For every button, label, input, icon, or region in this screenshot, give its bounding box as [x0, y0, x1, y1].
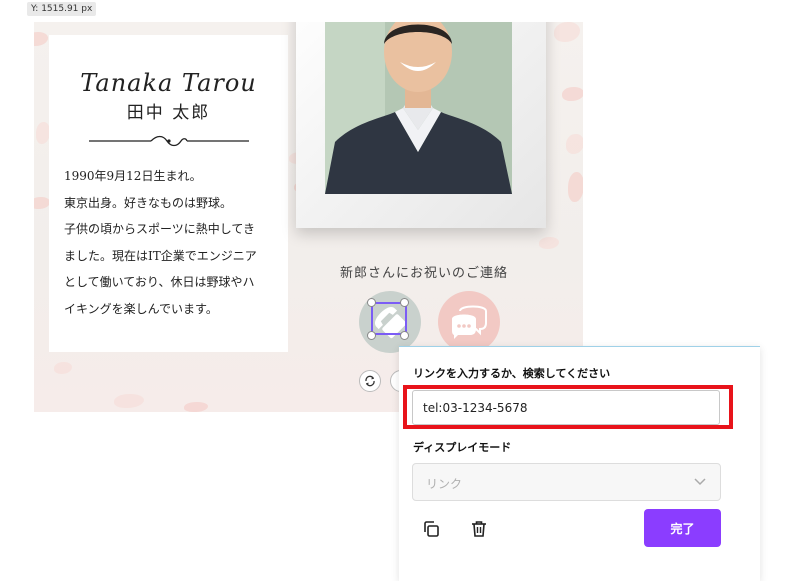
chat-button[interactable]: [438, 291, 500, 353]
display-mode-value: リンク: [426, 477, 463, 491]
petal-decoration: [562, 87, 583, 101]
petal-decoration: [34, 32, 48, 46]
petal-decoration: [554, 22, 580, 42]
divider-ornament: [89, 135, 249, 147]
display-mode-select[interactable]: リンク: [412, 463, 721, 501]
chat-bubble-icon: [452, 305, 487, 339]
petal-decoration: [54, 362, 72, 374]
copy-icon: [424, 521, 439, 537]
petal-decoration: [539, 237, 559, 249]
bio-line: 1990年9月12日生まれ。: [64, 169, 202, 183]
contact-section-title: 新郎さんにお祝いのご連絡: [339, 266, 508, 281]
chevron-down-icon: [694, 478, 706, 486]
bio-line: として働いており、休日は野球やハ: [64, 275, 255, 289]
bio-line: 東京出身。好きなものは野球。: [64, 195, 233, 210]
groom-name-english: Tanaka Tarou: [80, 69, 257, 97]
bio-line: ました。現在はIT企業でエンジニア: [64, 248, 257, 263]
profile-card[interactable]: Tanaka Tarou 田中 太郎 1990年9月12日生まれ。 東京出身。好…: [49, 35, 288, 352]
photo-frame[interactable]: [296, 22, 546, 228]
resize-handle-top-right[interactable]: [400, 298, 409, 307]
done-button[interactable]: 完了: [644, 509, 721, 547]
groom-photo: [325, 22, 512, 194]
petal-decoration: [566, 134, 583, 154]
groom-bio: 1990年9月12日生まれ。 東京出身。好きなものは野球。 子供の頃からスポーツ…: [64, 163, 279, 322]
resize-handle-bottom-right[interactable]: [400, 331, 409, 340]
petal-decoration: [34, 197, 50, 209]
petal-decoration: [36, 122, 50, 144]
display-mode-label: ディスプレイモード: [413, 441, 512, 454]
link-input-label: リンクを入力するか、検索してください: [413, 367, 611, 380]
petal-decoration: [114, 394, 144, 408]
rotate-icon: [365, 375, 375, 387]
bio-line: 子供の頃からスポーツに熱中してき: [64, 222, 256, 236]
bio-line: イキングを楽しんでいます。: [64, 301, 218, 316]
resize-handle-bottom-left[interactable]: [367, 331, 376, 340]
groom-name-japanese: 田中 太郎: [126, 103, 211, 123]
petal-decoration: [568, 172, 583, 202]
rotate-button[interactable]: [359, 370, 381, 392]
position-readout: Y: 1515.91 px: [27, 2, 97, 16]
delete-link-button[interactable]: [467, 517, 491, 541]
resize-handle-top-left[interactable]: [367, 298, 376, 307]
trash-icon: [472, 521, 486, 537]
link-panel: リンクを入力するか、検索してください ディスプレイモード リンク 完了: [399, 346, 760, 581]
selection-box[interactable]: [371, 302, 407, 335]
link-input[interactable]: [412, 390, 720, 425]
petal-decoration: [184, 402, 208, 412]
copy-link-button[interactable]: [419, 517, 443, 541]
